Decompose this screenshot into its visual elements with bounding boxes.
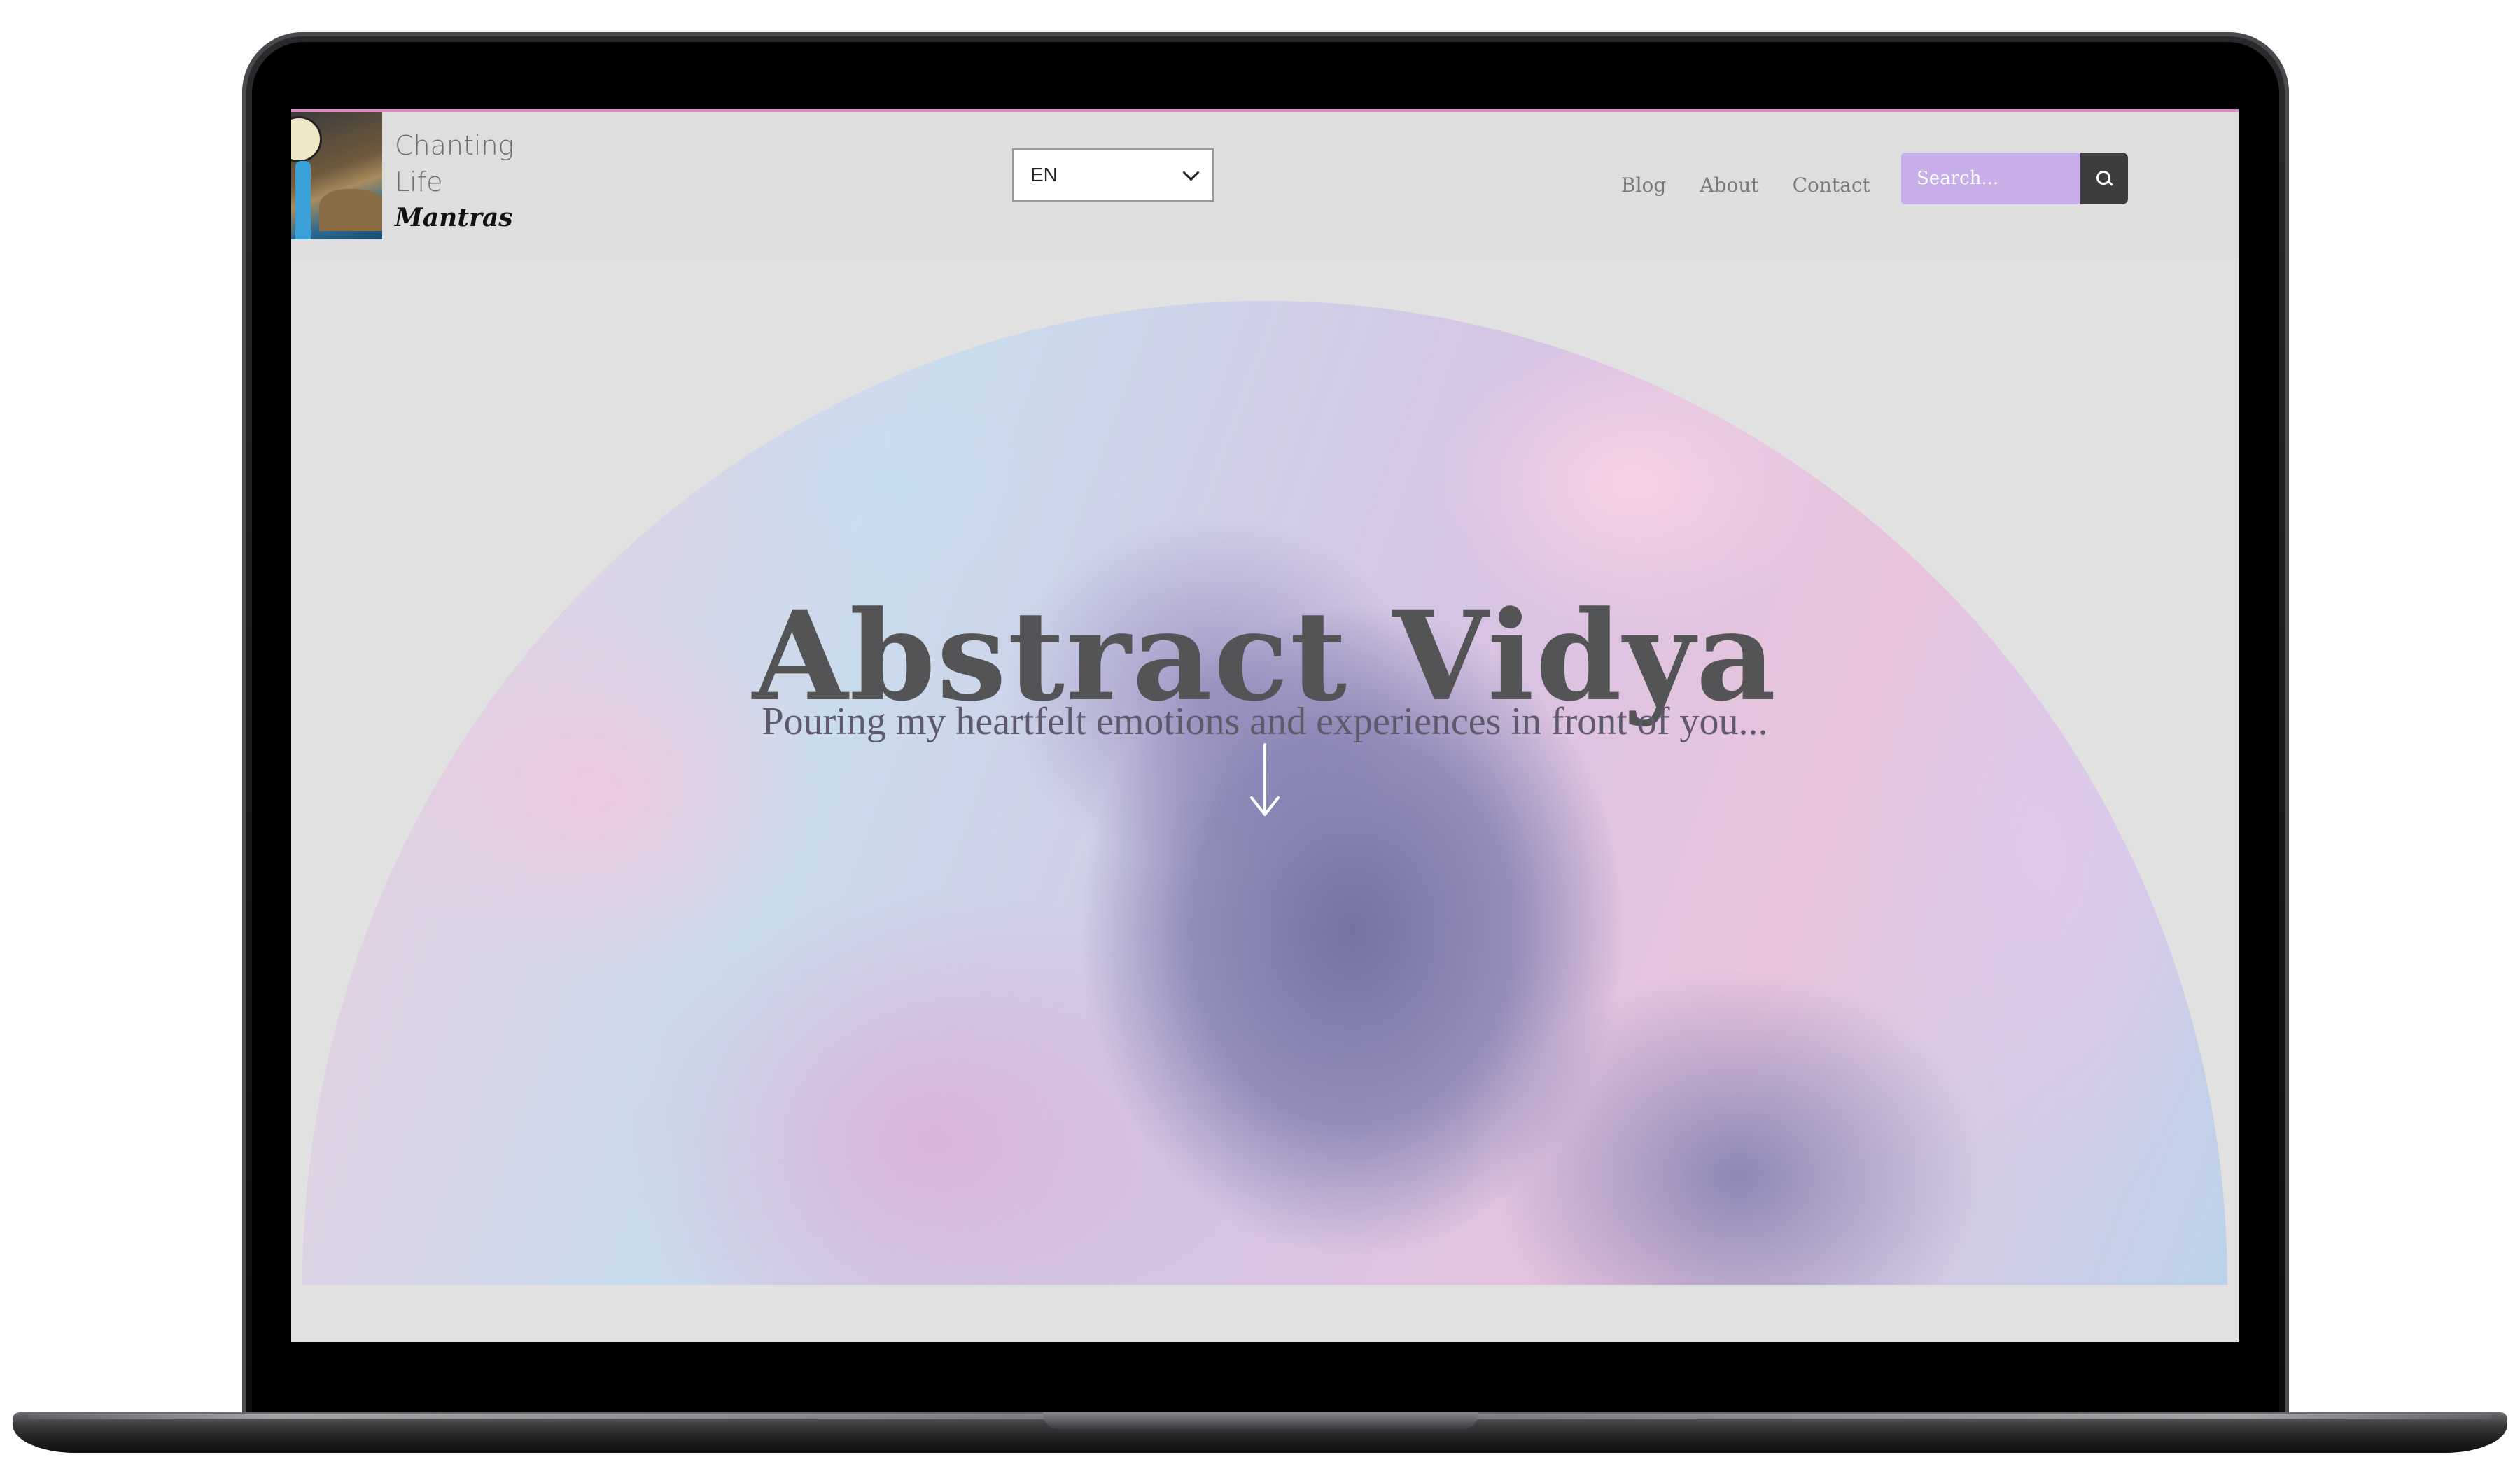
logo-line-mantras: Mantras bbox=[395, 203, 513, 232]
arrow-down-icon[interactable] bbox=[1247, 742, 1282, 819]
logo-line-life: Life bbox=[395, 167, 443, 197]
search-input[interactable] bbox=[1915, 167, 2066, 190]
search-button[interactable] bbox=[2080, 153, 2128, 204]
hero-subtitle: Pouring my heartfelt emotions and experi… bbox=[762, 700, 1768, 743]
main-nav: Blog About Contact bbox=[1621, 174, 1870, 197]
logo-line-chanting: Chanting bbox=[395, 130, 514, 161]
logo-moon bbox=[291, 116, 322, 162]
language-select[interactable]: EN bbox=[1012, 148, 1214, 202]
logo-rock bbox=[319, 189, 382, 231]
laptop-notch bbox=[1043, 1412, 1478, 1429]
search-box bbox=[1901, 153, 2080, 204]
browser-screen: Chanting Life Mantras EN Blog About Cont… bbox=[291, 109, 2239, 1342]
nav-link-blog[interactable]: Blog bbox=[1621, 174, 1666, 197]
nav-link-about[interactable]: About bbox=[1700, 174, 1758, 197]
laptop-mockup: Chanting Life Mantras EN Blog About Cont… bbox=[0, 0, 2520, 1478]
language-selected-value: EN bbox=[1030, 164, 1058, 185]
nav-link-contact[interactable]: Contact bbox=[1793, 174, 1870, 197]
site-logo-text[interactable]: Chanting Life Mantras bbox=[395, 127, 563, 235]
hero-bottom-band bbox=[291, 1285, 2239, 1342]
site-logo-image[interactable] bbox=[291, 112, 382, 239]
logo-figure bbox=[295, 161, 311, 239]
chevron-down-icon bbox=[1182, 163, 1200, 181]
search-icon bbox=[2096, 171, 2112, 186]
site-header: Chanting Life Mantras EN Blog About Cont… bbox=[291, 112, 2239, 259]
